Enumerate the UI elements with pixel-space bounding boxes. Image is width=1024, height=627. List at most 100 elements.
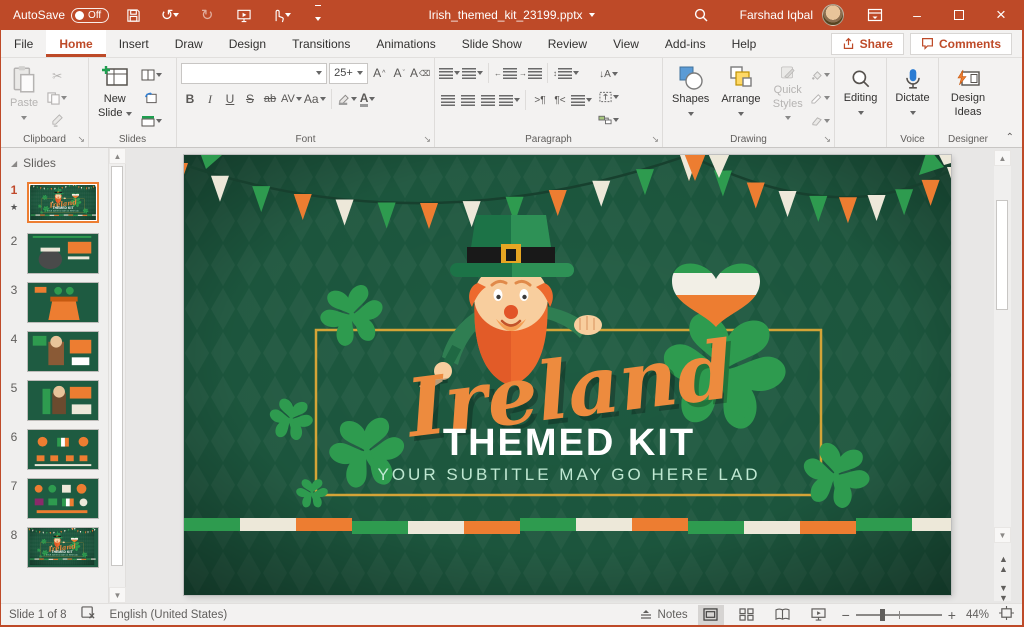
autosave-toggle[interactable]: AutoSave Off xyxy=(13,8,109,23)
tab-draw[interactable]: Draw xyxy=(162,30,216,57)
editor-scrollbar[interactable]: ▲ ▼ ▲▲ ▼▼ xyxy=(994,150,1011,601)
zoom-in-button[interactable]: + xyxy=(948,607,956,623)
slides-panel-header[interactable]: ◢ Slides xyxy=(1,148,108,174)
arrange-button[interactable]: Arrange xyxy=(716,62,765,128)
paragraph-dialog-launcher[interactable]: ↘ xyxy=(651,134,659,145)
next-slide-button[interactable]: ▼▼ xyxy=(994,585,1011,601)
customize-quick-access-icon[interactable] xyxy=(305,2,331,28)
line-spacing-button[interactable]: ↕ xyxy=(553,63,579,83)
slide-thumbnail-4[interactable]: 4 xyxy=(1,331,109,372)
new-slide-button[interactable]: NewSlide xyxy=(93,62,137,128)
strikethrough-button[interactable]: S xyxy=(241,89,259,109)
search-icon[interactable] xyxy=(688,2,714,28)
dictate-button[interactable]: Dictate xyxy=(891,62,934,128)
font-size-combobox[interactable]: 25+ xyxy=(329,63,368,84)
slide-thumbnail-5[interactable]: 5 xyxy=(1,380,109,421)
scroll-up-icon[interactable]: ▲ xyxy=(994,150,1011,166)
tab-help[interactable]: Help xyxy=(719,30,770,57)
slide-heading[interactable]: THEMED KIT xyxy=(443,422,695,464)
shape-fill-icon[interactable] xyxy=(810,65,830,85)
copy-icon[interactable] xyxy=(47,88,67,108)
bullets-button[interactable] xyxy=(439,63,460,83)
reading-view-button[interactable] xyxy=(770,605,796,625)
rtl-direction-button[interactable]: ¶< xyxy=(551,90,569,110)
shape-effects-icon[interactable] xyxy=(810,111,830,131)
slide-thumbnail-7[interactable]: 7 xyxy=(1,478,109,519)
notes-button[interactable]: Notes xyxy=(639,609,688,621)
tab-animations[interactable]: Animations xyxy=(363,30,448,57)
slide-counter[interactable]: Slide 1 of 8 xyxy=(9,609,67,621)
ribbon-display-options-icon[interactable] xyxy=(854,0,896,30)
accessibility-check-icon[interactable] xyxy=(81,606,96,623)
quick-styles-button[interactable]: QuickStyles xyxy=(767,62,808,128)
reset-slide-icon[interactable] xyxy=(141,88,162,108)
scrollbar-thumb[interactable] xyxy=(111,166,123,566)
undo-button[interactable]: ↺ xyxy=(157,2,183,28)
align-right-button[interactable] xyxy=(479,90,497,110)
close-button[interactable]: × xyxy=(980,0,1022,30)
font-name-combobox[interactable] xyxy=(181,63,327,84)
slide-thumbnail-8[interactable]: 8 xyxy=(1,527,109,568)
justify-button[interactable] xyxy=(499,90,520,110)
slide-canvas[interactable]: Ireland Ireland THEMED KIT YOUR SUBTITLE… xyxy=(184,155,951,595)
slide-thumbnail-2[interactable]: 2 xyxy=(1,233,109,274)
zoom-slider[interactable] xyxy=(856,614,942,616)
language-indicator[interactable]: English (United States) xyxy=(110,609,228,621)
tab-review[interactable]: Review xyxy=(535,30,600,57)
bold-button[interactable]: B xyxy=(181,89,199,109)
tab-transitions[interactable]: Transitions xyxy=(279,30,363,57)
tab-file[interactable]: File xyxy=(1,30,46,57)
ltr-direction-button[interactable]: >¶ xyxy=(531,90,549,110)
font-color-button[interactable]: A xyxy=(359,89,377,109)
save-icon[interactable] xyxy=(120,2,146,28)
slide-thumbnail-6[interactable]: 6 xyxy=(1,429,109,470)
zoom-slider-thumb[interactable] xyxy=(880,609,885,621)
editing-button[interactable]: Editing xyxy=(839,62,882,128)
slideshow-view-button[interactable] xyxy=(806,605,832,625)
clipboard-dialog-launcher[interactable]: ↘ xyxy=(77,134,85,145)
columns-button[interactable] xyxy=(571,90,592,110)
text-direction-button[interactable]: ↓A xyxy=(598,64,619,84)
slide-layout-icon[interactable] xyxy=(141,65,162,85)
text-shadow-button[interactable]: ab xyxy=(261,89,279,109)
slide-sorter-view-button[interactable] xyxy=(734,605,760,625)
increase-indent-button[interactable]: → xyxy=(519,63,542,83)
numbering-button[interactable] xyxy=(462,63,483,83)
slides-panel-scrollbar[interactable]: ▲ ▼ xyxy=(109,148,126,603)
tab-home[interactable]: Home xyxy=(46,30,105,57)
align-center-button[interactable] xyxy=(459,90,477,110)
drawing-dialog-launcher[interactable]: ↘ xyxy=(823,134,831,145)
align-left-button[interactable] xyxy=(439,90,457,110)
fit-slide-to-window-icon[interactable] xyxy=(999,606,1014,623)
decrease-font-size-button[interactable]: Aˇ xyxy=(390,63,408,83)
previous-slide-button[interactable]: ▲▲ xyxy=(994,556,1011,572)
cut-icon[interactable]: ✂ xyxy=(47,66,67,86)
normal-view-button[interactable] xyxy=(698,605,724,625)
format-painter-icon[interactable] xyxy=(47,110,67,130)
italic-button[interactable]: I xyxy=(201,89,219,109)
slide-thumbnail-3[interactable]: 3 xyxy=(1,282,109,323)
zoom-level[interactable]: 44% xyxy=(966,609,989,621)
comments-button[interactable]: Comments xyxy=(910,33,1012,55)
zoom-out-button[interactable]: − xyxy=(842,607,850,623)
touch-mouse-mode-icon[interactable] xyxy=(268,2,294,28)
redo-button[interactable]: ↻ xyxy=(194,2,220,28)
increase-font-size-button[interactable]: A^ xyxy=(370,63,388,83)
tab-view[interactable]: View xyxy=(600,30,652,57)
scroll-down-icon[interactable]: ▼ xyxy=(109,587,126,603)
font-dialog-launcher[interactable]: ↘ xyxy=(423,134,431,145)
clear-formatting-button[interactable]: A⌫ xyxy=(410,63,430,83)
collapse-ribbon-icon[interactable]: ⌃ xyxy=(1006,132,1014,143)
convert-to-smartart-button[interactable] xyxy=(598,110,619,130)
minimize-button[interactable]: – xyxy=(896,0,938,30)
align-text-button[interactable] xyxy=(598,87,619,107)
tab-slideshow[interactable]: Slide Show xyxy=(449,30,535,57)
slide-thumbnail-1[interactable]: 1★ xyxy=(1,182,109,223)
underline-button[interactable]: U xyxy=(221,89,239,109)
scroll-up-icon[interactable]: ▲ xyxy=(109,148,126,164)
change-case-button[interactable]: Aa xyxy=(304,89,326,109)
start-slideshow-icon[interactable] xyxy=(231,2,257,28)
character-spacing-button[interactable]: AV xyxy=(281,89,302,109)
tab-design[interactable]: Design xyxy=(216,30,279,57)
maximize-button[interactable] xyxy=(938,0,980,30)
